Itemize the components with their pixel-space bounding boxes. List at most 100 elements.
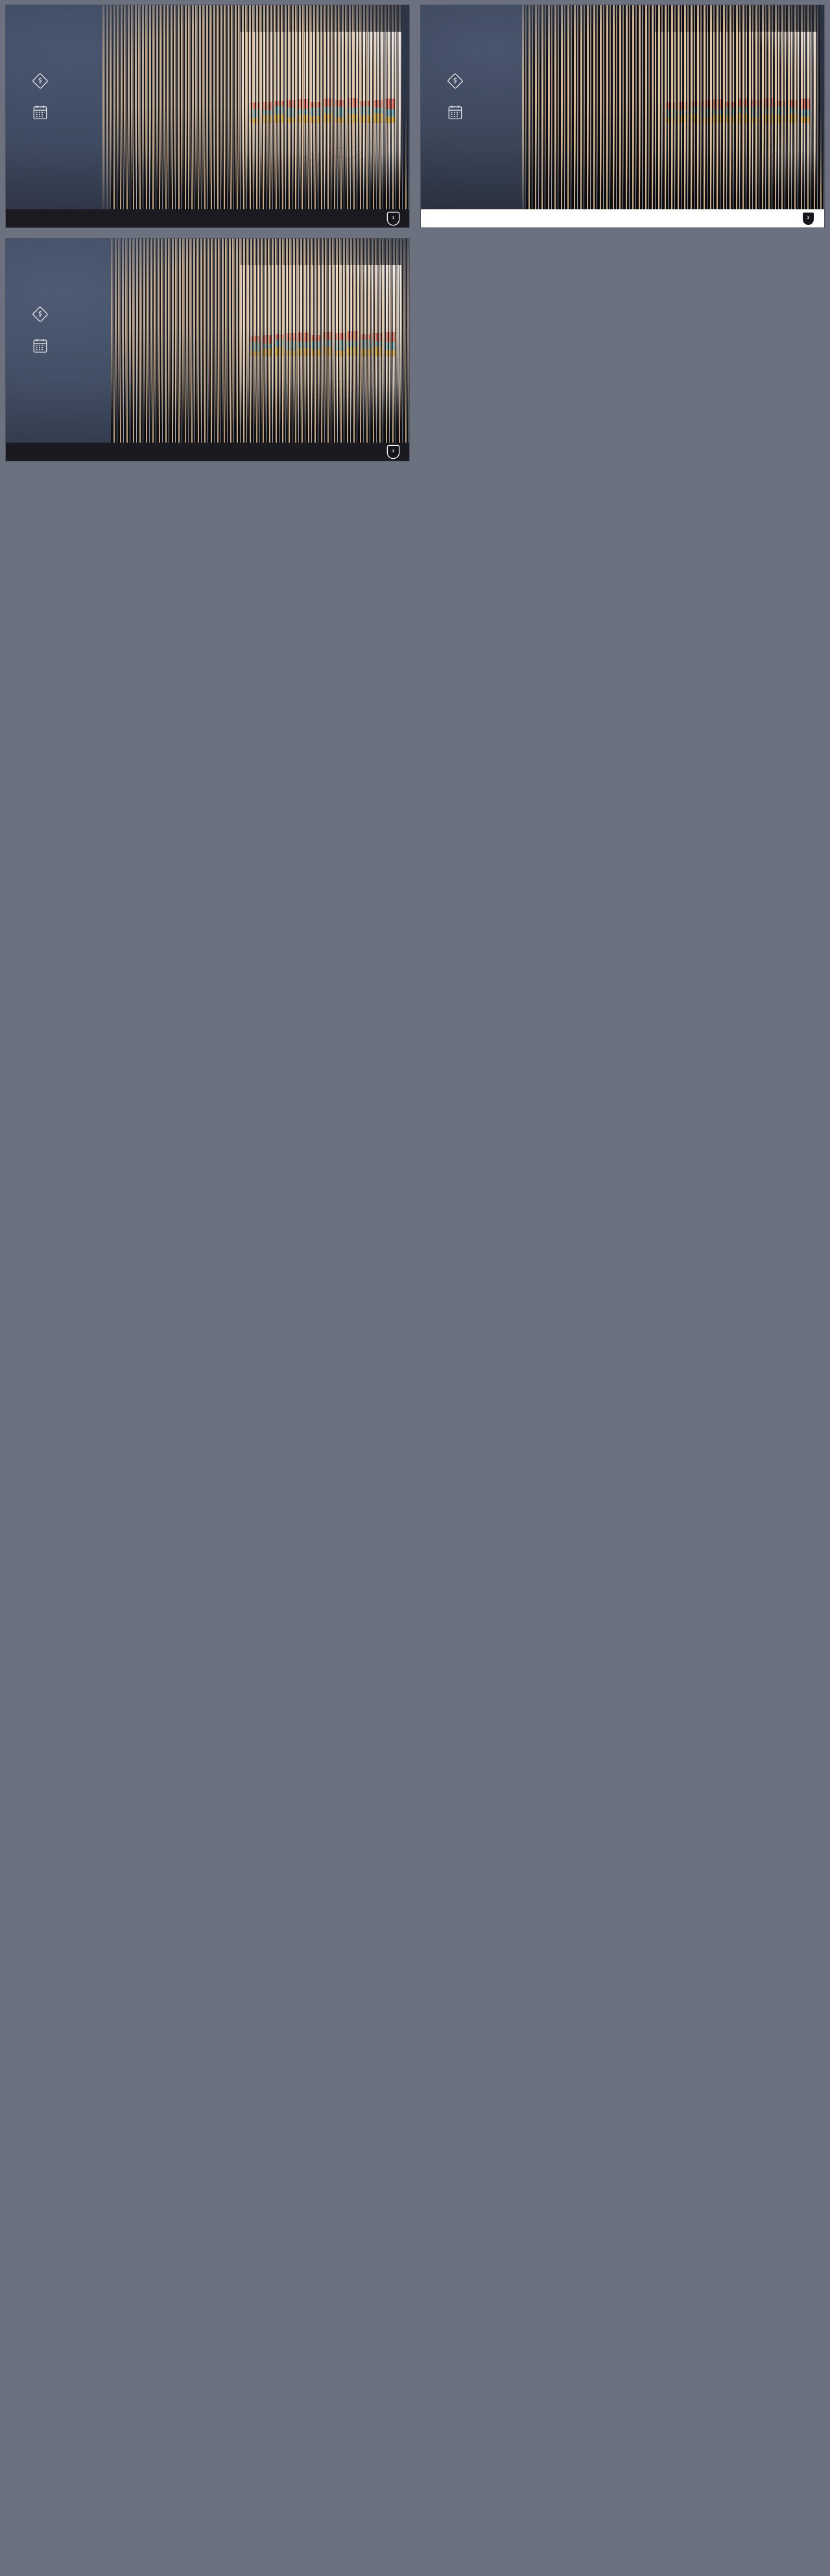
feature-item bbox=[32, 306, 181, 323]
bar-segment bbox=[298, 109, 309, 115]
bar-segment bbox=[384, 108, 395, 117]
bar-column bbox=[274, 334, 285, 356]
bar-segment bbox=[347, 107, 358, 115]
bar-segment bbox=[359, 334, 370, 340]
bar-column bbox=[286, 99, 297, 123]
slide-thumbnail-sheet: 1 2 3 bbox=[0, 0, 830, 2576]
line-series bbox=[248, 377, 362, 403]
bar-segment bbox=[311, 107, 322, 117]
slide-canvas: 3 bbox=[6, 238, 409, 461]
feature-item bbox=[447, 73, 596, 89]
bar-segment bbox=[762, 114, 773, 123]
bar-column bbox=[249, 336, 260, 356]
line-series bbox=[248, 143, 362, 170]
bar-segment bbox=[347, 331, 358, 341]
bar-chart bbox=[249, 56, 395, 123]
bar-segment bbox=[359, 100, 370, 107]
bar-segment bbox=[774, 106, 785, 116]
bar-column bbox=[261, 101, 272, 123]
bar-segment bbox=[799, 117, 810, 123]
bar-segment bbox=[738, 106, 749, 113]
bar-segment bbox=[384, 99, 395, 109]
bar-segment bbox=[689, 113, 700, 123]
bar-segment bbox=[335, 332, 346, 340]
slide-footer: 3 bbox=[6, 443, 409, 461]
bar-segment bbox=[274, 100, 285, 106]
bar-segment bbox=[261, 110, 272, 116]
bar-column bbox=[359, 334, 370, 356]
bar-segment bbox=[676, 110, 687, 116]
bar-segment bbox=[750, 117, 761, 123]
bar-segment bbox=[274, 113, 285, 123]
bar-column bbox=[286, 332, 297, 356]
bar-column bbox=[347, 331, 358, 356]
bar-column bbox=[372, 332, 383, 356]
dollar-tag-icon bbox=[447, 73, 464, 89]
bar-segment bbox=[787, 99, 798, 108]
bar-segment bbox=[372, 113, 383, 123]
calendar-icon bbox=[447, 104, 464, 121]
bar-column bbox=[323, 332, 334, 356]
bar-segment bbox=[359, 115, 370, 123]
calendar-icon bbox=[32, 337, 49, 354]
bar-column bbox=[372, 99, 383, 123]
bar-column bbox=[323, 99, 334, 123]
slide-thumbnail-2[interactable]: 2 bbox=[415, 0, 830, 233]
bar-segment bbox=[664, 117, 675, 123]
bar-chart bbox=[249, 289, 395, 356]
bar-segment bbox=[311, 334, 322, 341]
bar-segment bbox=[713, 109, 724, 115]
bar-segment bbox=[323, 106, 334, 113]
bar-segment bbox=[335, 350, 346, 356]
slide-footer: 1 bbox=[6, 209, 409, 227]
slide-number: 2 bbox=[807, 216, 810, 220]
bar-column bbox=[311, 334, 322, 356]
bar-column bbox=[774, 100, 785, 123]
bar-column bbox=[347, 98, 358, 123]
bar-segment bbox=[750, 106, 761, 117]
line-chart bbox=[663, 133, 777, 191]
bar-segment bbox=[335, 99, 346, 107]
bar-segment bbox=[774, 100, 785, 107]
bar-segment bbox=[726, 101, 737, 108]
slide-thumbnail-3[interactable]: 3 bbox=[0, 233, 415, 467]
bar-segment bbox=[664, 109, 675, 118]
line-series bbox=[663, 143, 777, 170]
bar-column bbox=[335, 99, 346, 123]
bar-segment bbox=[347, 114, 358, 123]
bar-segment bbox=[323, 99, 334, 107]
bar-segment bbox=[701, 107, 712, 117]
bar-segment bbox=[298, 115, 309, 123]
slide-thumbnail-1[interactable]: 1 bbox=[0, 0, 415, 233]
slide-number: 3 bbox=[392, 450, 395, 454]
bar-segment bbox=[261, 343, 272, 349]
bar-column bbox=[750, 99, 761, 123]
chart-panel bbox=[239, 32, 401, 201]
bar-segment bbox=[701, 99, 712, 108]
feature-item bbox=[32, 73, 181, 89]
bar-segment bbox=[261, 349, 272, 356]
bar-segment bbox=[286, 350, 297, 356]
slide-grid: 1 2 3 bbox=[0, 0, 830, 467]
bar-segment bbox=[738, 99, 749, 107]
bar-segment bbox=[274, 106, 285, 114]
bar-segment bbox=[372, 99, 383, 108]
feature-list bbox=[32, 306, 181, 354]
bar-segment bbox=[347, 98, 358, 108]
bar-segment bbox=[372, 108, 383, 114]
bar-column bbox=[249, 102, 260, 123]
bar-segment bbox=[726, 107, 737, 117]
bar-segment bbox=[298, 342, 309, 349]
bar-segment bbox=[713, 115, 724, 123]
bar-column bbox=[787, 99, 798, 123]
bar-segment bbox=[372, 347, 383, 356]
bar-segment bbox=[787, 108, 798, 114]
bar-segment bbox=[384, 350, 395, 356]
bar-segment bbox=[359, 349, 370, 356]
feature-item bbox=[447, 104, 596, 121]
bar-segment bbox=[664, 102, 675, 110]
bar-segment bbox=[298, 99, 309, 110]
bar-column bbox=[261, 334, 272, 356]
bar-segment bbox=[323, 340, 334, 347]
bar-segment bbox=[261, 115, 272, 123]
